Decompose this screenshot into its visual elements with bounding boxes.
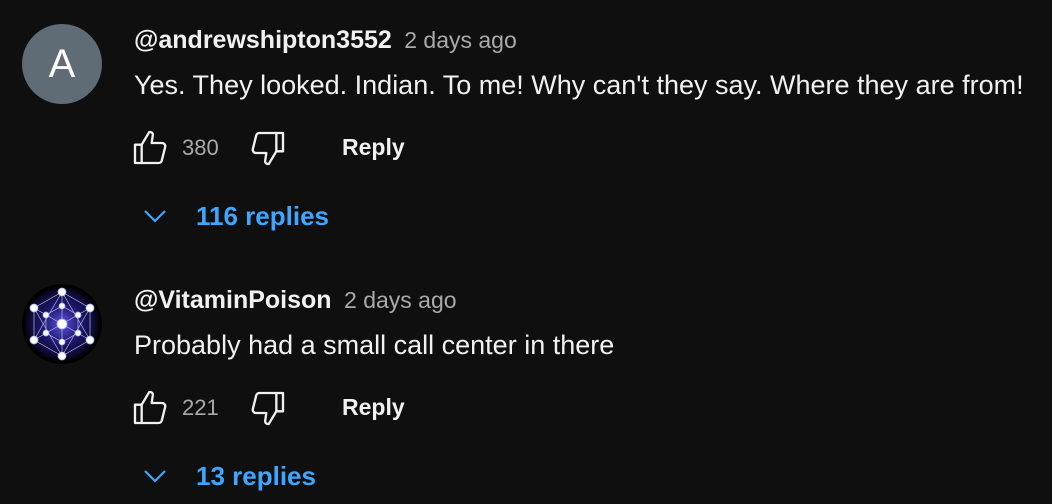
comment-text: Yes. They looked. Indian. To me! Why can… (134, 70, 1024, 100)
thumbs-down-icon (251, 131, 285, 166)
comment-header: @andrewshipton3552 2 days ago (134, 26, 517, 55)
view-replies-button[interactable]: 13 replies (140, 456, 316, 496)
thumbs-up-icon (133, 130, 167, 165)
chevron-down-icon (144, 470, 166, 483)
comment-actions: 380 Reply (130, 128, 530, 168)
replies-count-label: 13 replies (196, 460, 316, 491)
reply-button[interactable]: Reply (342, 134, 405, 161)
like-count: 221 (182, 395, 219, 420)
thumbs-down-icon (251, 391, 285, 426)
avatar[interactable]: A (22, 24, 102, 104)
like-count: 380 (182, 135, 219, 160)
comment-author[interactable]: @andrewshipton3552 (134, 26, 392, 54)
like-button[interactable] (130, 128, 170, 168)
chevron-down-icon (144, 210, 166, 223)
comment-text: Probably had a small call center in ther… (134, 330, 615, 360)
comment-actions: 221 Reply (130, 388, 530, 428)
avatar[interactable] (22, 284, 102, 364)
dislike-button[interactable] (248, 388, 288, 428)
like-button[interactable] (130, 388, 170, 428)
dislike-button[interactable] (248, 128, 288, 168)
replies-count-label: 116 replies (196, 200, 329, 231)
thumbs-up-icon (133, 390, 167, 425)
sacred-geometry-avatar-image (22, 284, 102, 364)
comment-header: @VitaminPoison 2 days ago (134, 286, 457, 315)
comment-timestamp[interactable]: 2 days ago (404, 27, 517, 53)
view-replies-button[interactable]: 116 replies (140, 196, 329, 236)
comment-timestamp[interactable]: 2 days ago (344, 287, 457, 313)
reply-button[interactable]: Reply (342, 394, 405, 421)
comment-author[interactable]: @VitaminPoison (134, 286, 332, 314)
